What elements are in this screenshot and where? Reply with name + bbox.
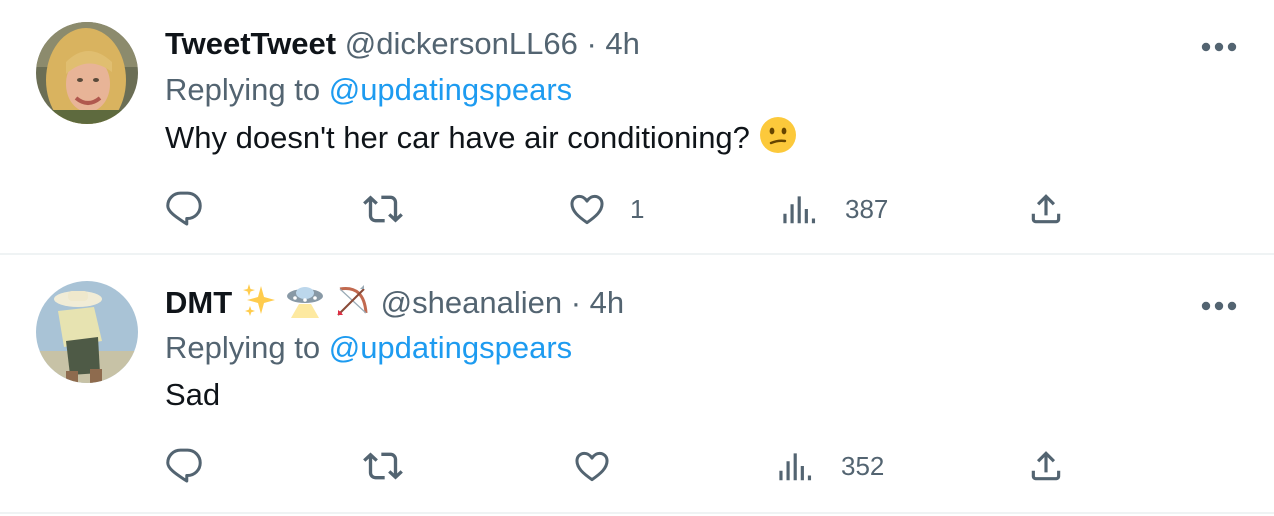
- avatar-image: [36, 281, 138, 383]
- confused-face-icon: [759, 116, 797, 164]
- bow-and-arrow-icon: [334, 281, 372, 329]
- mention-link[interactable]: @updatingspears: [329, 330, 572, 365]
- user-handle[interactable]: @dickersonLL66: [345, 26, 578, 61]
- like-count: 1: [630, 193, 645, 224]
- retweet-icon: [363, 195, 403, 223]
- replying-label: Replying to: [165, 330, 321, 365]
- reply-icon: [166, 448, 202, 483]
- tweet-text-content: Sad: [165, 377, 221, 412]
- more-options-icon[interactable]: [1200, 40, 1238, 52]
- separator-dot: ·: [570, 285, 582, 321]
- display-name[interactable]: TweetTweet: [165, 26, 336, 61]
- share-button[interactable]: [1027, 446, 1065, 486]
- share-icon: [1031, 194, 1061, 224]
- like-button[interactable]: 1: [568, 189, 644, 229]
- like-button[interactable]: [573, 446, 611, 486]
- reply-button[interactable]: [165, 446, 203, 486]
- share-button[interactable]: [1027, 189, 1065, 229]
- replying-to: Replying to @updatingspears: [165, 328, 572, 368]
- reply-icon: [166, 191, 202, 226]
- tweet-actions: 1 387: [165, 189, 1165, 229]
- views-chart-icon: [783, 196, 816, 224]
- timestamp[interactable]: 4h: [590, 285, 624, 320]
- flying-saucer-icon: [285, 282, 325, 328]
- view-count: 352: [841, 450, 885, 481]
- replying-to: Replying to @updatingspears: [165, 70, 572, 110]
- heart-icon: [570, 194, 604, 225]
- mention-link[interactable]: @updatingspears: [329, 72, 572, 107]
- separator-dot: ·: [586, 26, 597, 61]
- sparkles-icon: [241, 282, 277, 328]
- avatar[interactable]: [36, 281, 138, 383]
- avatar[interactable]: [36, 22, 138, 124]
- tweet-text: Why doesn't her car have air conditionin…: [165, 116, 797, 164]
- reply-button[interactable]: [165, 189, 203, 229]
- tweet-actions: 352: [165, 446, 1165, 486]
- tweet-reply[interactable]: DMT @sheanalien · 4h Replying to @updati…: [0, 255, 1274, 514]
- tweet-header: DMT @sheanalien · 4h: [165, 281, 624, 329]
- view-count: 387: [845, 193, 889, 224]
- tweet-reply[interactable]: TweetTweet @dickersonLL66 · 4h Replying …: [0, 0, 1274, 255]
- timestamp[interactable]: 4h: [605, 26, 639, 61]
- tweet-text: Sad: [165, 375, 220, 415]
- views-button[interactable]: 387: [781, 189, 888, 229]
- avatar-image: [36, 22, 138, 124]
- retweet-icon: [363, 452, 403, 480]
- retweet-button[interactable]: [363, 446, 403, 486]
- tweet-header: TweetTweet @dickersonLL66 · 4h: [165, 24, 640, 64]
- tweet-text-content: Why doesn't her car have air conditionin…: [165, 120, 750, 156]
- retweet-button[interactable]: [363, 189, 403, 229]
- share-icon: [1031, 451, 1061, 481]
- user-handle[interactable]: @sheanalien: [381, 285, 562, 320]
- views-button[interactable]: 352: [777, 446, 884, 486]
- display-name[interactable]: DMT: [165, 285, 232, 320]
- replying-label: Replying to: [165, 72, 321, 107]
- heart-icon: [575, 451, 609, 482]
- views-chart-icon: [779, 453, 812, 481]
- more-options-icon[interactable]: [1200, 299, 1238, 311]
